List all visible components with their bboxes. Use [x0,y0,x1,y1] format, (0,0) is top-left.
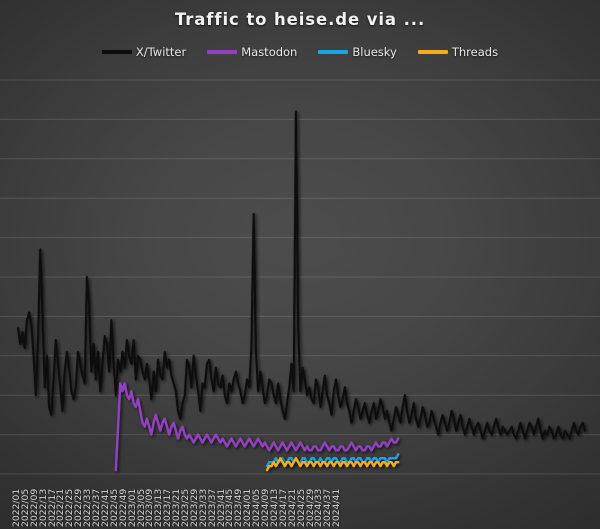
line-swatch-icon [417,50,448,54]
legend-label: X/Twitter [135,45,187,59]
line-swatch-icon [207,50,238,54]
legend-label: Threads [451,45,499,59]
chart-title: Traffic to heise.de via ... [174,10,426,29]
legend-item-mastodon[interactable]: Mastodon [207,45,297,59]
legend-item-x-twitter[interactable]: X/Twitter [101,45,187,59]
line-swatch-icon [318,50,349,54]
legend-label: Mastodon [241,45,298,59]
x-axis: 2022/01 2022/05 2022/09 2022/13 2022/17 2022/… [0,480,600,529]
chart-legend: X/Twitter Mastodon Bluesky Threads [0,45,600,59]
series-line-x-twitter[interactable] [16,110,587,440]
legend-label: Bluesky [352,45,397,59]
plot-area [0,70,600,480]
legend-item-threads[interactable]: Threads [417,45,499,59]
line-swatch-icon [101,50,132,54]
gridlines [0,79,600,475]
chart-screenshot: Traffic to heise.de via ... X/Twitter Mas… [0,0,600,529]
plot-svg [0,79,600,475]
legend-item-bluesky[interactable]: Bluesky [318,45,397,59]
series-line-mastodon[interactable] [114,382,400,472]
x-axis-tick-label: 2024/41 [331,488,343,527]
